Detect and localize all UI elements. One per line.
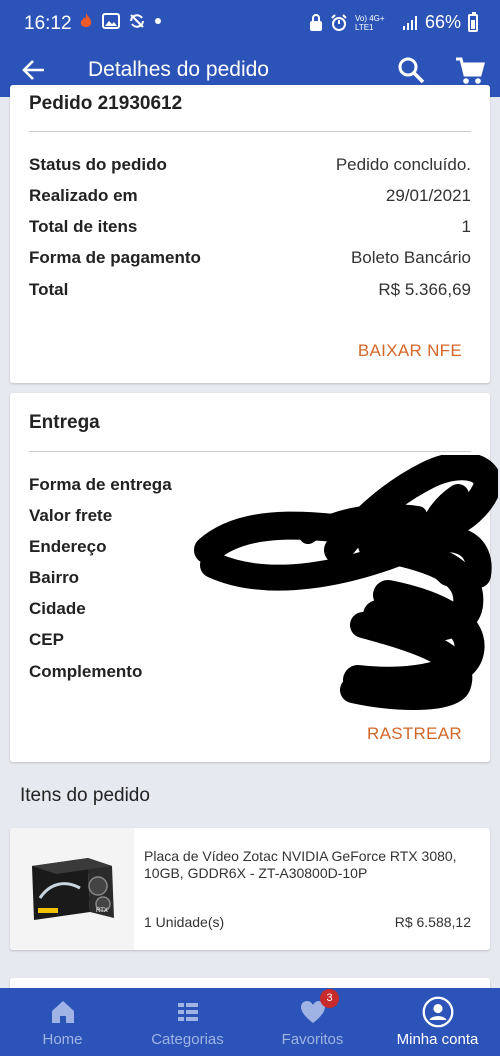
row-label: Bairro (29, 568, 80, 587)
nav-label: Categorias (151, 1031, 224, 1048)
nav-label: Favoritos (281, 1031, 344, 1048)
nav-home[interactable]: Home (0, 988, 125, 1056)
nav-label: Home (42, 1031, 83, 1048)
status-right-icons: Vo) 4G+ LTE1 66% (309, 11, 478, 33)
lock-icon (309, 13, 322, 31)
row-value: Boleto Bancário (350, 248, 471, 267)
row-label: Forma de entrega (29, 475, 172, 494)
order-total-row: Total R$ 5.366,69 (29, 280, 471, 304)
order-status-row: Status do pedido Pedido concluído. (29, 155, 471, 179)
row-label: Endereço (29, 537, 107, 556)
items-heading: Itens do pedido (20, 785, 150, 806)
bottom-nav: Home Categorias 3 Favoritos Minha conta (0, 988, 500, 1056)
row-label: Forma de pagamento (29, 248, 201, 267)
page-title: Detalhes do pedido (88, 58, 269, 81)
arrow-back-icon[interactable] (20, 55, 50, 85)
graphics-card-box-icon: RTX (32, 858, 114, 920)
order-date-row: Realizado em 29/01/2021 (29, 186, 471, 210)
nav-label: Minha conta (396, 1031, 479, 1048)
svg-text:RTX: RTX (96, 908, 108, 914)
product-card[interactable]: RTX Placa de Vídeo Zotac NVIDIA GeForce … (10, 828, 490, 950)
divider (29, 451, 471, 452)
order-number: Pedido 21930612 (29, 93, 183, 114)
nav-account[interactable]: Minha conta (375, 988, 500, 1056)
status-time: 16:12 (24, 13, 72, 34)
row-label: Complemento (29, 662, 143, 681)
nav-favorites[interactable]: 3 Favoritos (250, 988, 375, 1056)
row-label: Realizado em (29, 186, 138, 205)
row-label: Cidade (29, 599, 86, 618)
row-label: Status do pedido (29, 155, 167, 174)
row-value: Pedido concluído. (335, 155, 471, 174)
delivery-title: Entrega (29, 412, 100, 433)
track-button[interactable]: RASTREAR (367, 724, 462, 744)
alarm-icon (331, 13, 347, 31)
cart-icon[interactable] (454, 55, 486, 87)
row-label: CEP (29, 630, 64, 649)
sync-off-icon (130, 14, 144, 28)
account-icon (422, 996, 453, 1028)
divider (29, 131, 471, 132)
status-left-icons (78, 12, 162, 30)
row-label: Total de itens (29, 217, 138, 236)
home-icon (51, 1001, 74, 1023)
battery-percent: 66% (424, 12, 461, 32)
product-quantity: 1 Unidade(s) (144, 914, 225, 930)
row-value: 29/01/2021 (385, 186, 471, 205)
order-payment-row: Forma de pagamento Boleto Bancário (29, 248, 471, 272)
redaction-scribble (194, 455, 498, 710)
search-icon[interactable] (396, 55, 426, 85)
product-name[interactable]: Placa de Vídeo Zotac NVIDIA GeForce RTX … (144, 848, 474, 882)
flame-icon (80, 13, 92, 27)
status-bar: 16:12 Vo) 4G+ LTE1 66% (0, 0, 500, 47)
row-label: Total (29, 280, 69, 299)
row-value: R$ 5.366,69 (378, 280, 471, 299)
image-icon (102, 13, 120, 29)
dot-icon (155, 18, 161, 24)
order-card: Pedido 21930612 Status do pedido Pedido … (10, 85, 490, 383)
row-label: Valor frete (29, 506, 113, 525)
product-price: R$ 6.588,12 (394, 914, 471, 930)
order-items-row: Total de itens 1 (29, 217, 471, 241)
battery-icon (468, 11, 478, 32)
favorites-badge: 3 (320, 989, 339, 1008)
download-nfe-button[interactable]: BAIXAR NFE (358, 341, 462, 361)
row-value: 1 (461, 217, 471, 236)
categories-icon (177, 1003, 198, 1021)
signal-icon (402, 15, 417, 30)
nav-categories[interactable]: Categorias (125, 988, 250, 1056)
product-image[interactable]: RTX (10, 828, 134, 950)
volte-icon: Vo) 4G+ LTE1 (354, 13, 385, 32)
